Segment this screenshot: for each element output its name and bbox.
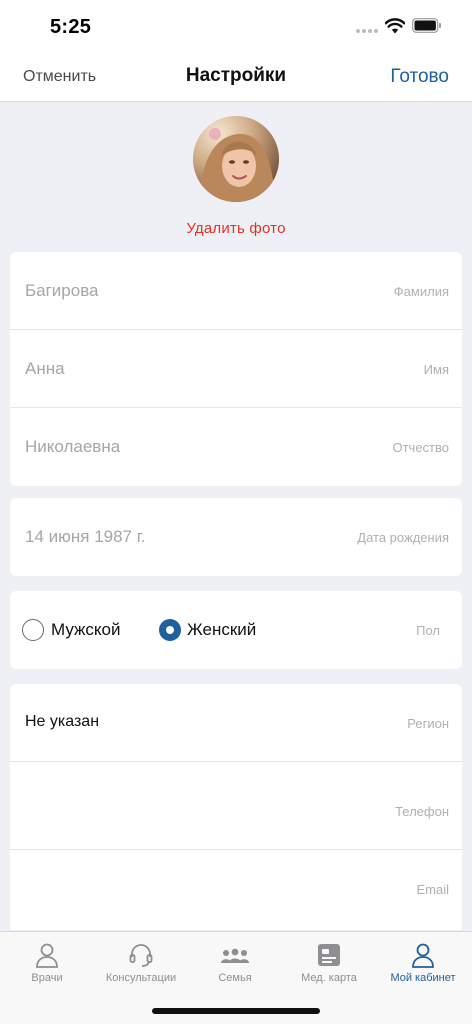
gender-field: Мужской Женский Пол: [10, 591, 462, 669]
profile-icon: [412, 943, 434, 968]
gender-female-label[interactable]: Женский: [187, 620, 256, 640]
region-label: Регион: [407, 716, 449, 731]
status-time: 5:25: [50, 16, 92, 38]
delete-photo-button[interactable]: Удалить фото: [0, 220, 472, 237]
email-field[interactable]: Email: [10, 850, 462, 930]
battery-icon: [412, 18, 441, 33]
patronymic-value[interactable]: Николаевна: [25, 437, 120, 457]
med-card-icon: [318, 944, 340, 966]
birth-date-field[interactable]: 14 июня 1987 г. Дата рождения: [10, 498, 462, 576]
last-name-label: Фамилия: [393, 284, 449, 299]
doctor-icon: [36, 943, 58, 968]
tab-med-card-label: Мед. карта: [301, 972, 357, 984]
region-field[interactable]: Не указан Регион: [10, 684, 462, 762]
status-bar: 5:25: [0, 0, 472, 52]
first-name-value[interactable]: Анна: [25, 359, 65, 379]
name-card: Багирова Фамилия Анна Имя Николаевна Отч…: [10, 252, 462, 486]
birth-date-value[interactable]: 14 июня 1987 г.: [25, 527, 146, 547]
gender-male-radio[interactable]: [22, 619, 44, 641]
tab-consultations-label: Консультации: [105, 972, 177, 984]
home-indicator[interactable]: [152, 1008, 320, 1014]
headset-icon: [129, 944, 153, 967]
phone-field[interactable]: Телефон: [10, 762, 462, 850]
last-name-value[interactable]: Багирова: [25, 281, 99, 301]
last-name-field[interactable]: Багирова Фамилия: [10, 252, 462, 330]
birth-date-label: Дата рождения: [357, 530, 449, 545]
tab-my-account-label: Мой кабинет: [390, 972, 456, 984]
tab-med-card[interactable]: Мед. карта: [282, 938, 376, 994]
wifi-icon: [385, 18, 405, 34]
tab-family-label: Семья: [218, 972, 252, 984]
gender-card: Мужской Женский Пол: [10, 591, 462, 669]
navigation-bar: Отменить Настройки Готово: [0, 52, 472, 102]
done-button[interactable]: Готово: [390, 66, 449, 88]
family-icon: [221, 948, 249, 963]
tab-consultations[interactable]: Консультации: [94, 938, 188, 994]
cellular-signal-icon: [356, 29, 378, 35]
patronymic-label: Отчество: [392, 440, 449, 455]
gender-label: Пол: [416, 623, 440, 638]
tab-doctors-label: Врачи: [31, 972, 63, 984]
profile-photo[interactable]: [193, 116, 279, 202]
region-value[interactable]: Не указан: [25, 713, 99, 731]
patronymic-field[interactable]: Николаевна Отчество: [10, 408, 462, 486]
gender-female-radio[interactable]: [159, 619, 181, 641]
gender-male-label[interactable]: Мужской: [51, 620, 121, 640]
first-name-field[interactable]: Анна Имя: [10, 330, 462, 408]
first-name-label: Имя: [423, 362, 449, 377]
phone-label: Телефон: [395, 804, 449, 819]
tab-my-account[interactable]: Мой кабинет: [376, 938, 470, 994]
tab-family[interactable]: Семья: [188, 938, 282, 994]
tab-doctors[interactable]: Врачи: [0, 938, 94, 994]
birth-date-card: 14 июня 1987 г. Дата рождения: [10, 498, 462, 576]
email-label: Email: [416, 882, 449, 897]
contacts-card: Не указан Регион Телефон Email: [10, 684, 462, 930]
profile-photo-image: [193, 116, 279, 202]
